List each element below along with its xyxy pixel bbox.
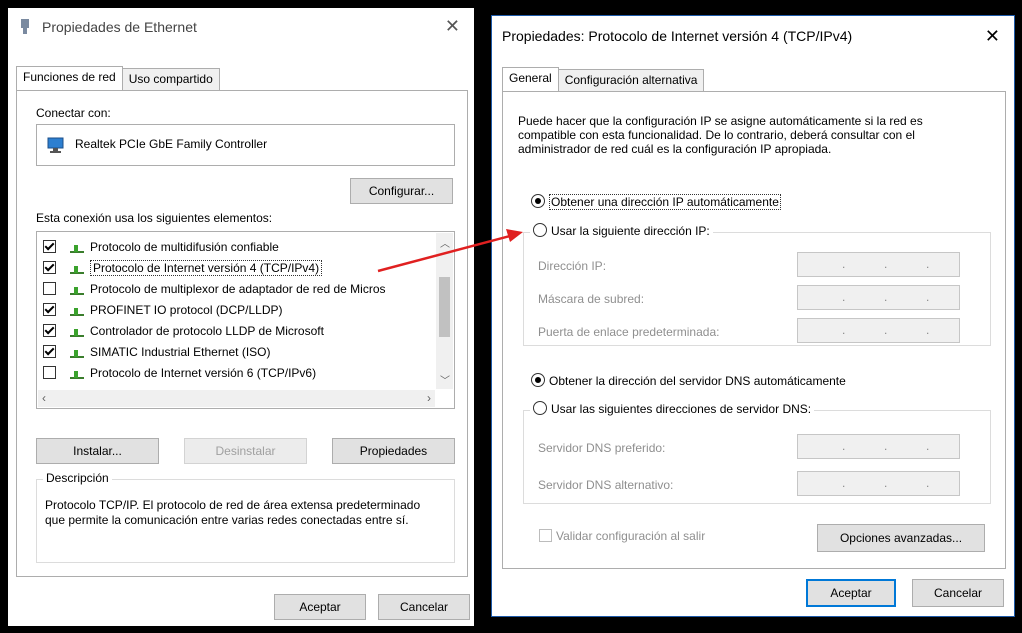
annotation-arrow xyxy=(377,229,523,273)
